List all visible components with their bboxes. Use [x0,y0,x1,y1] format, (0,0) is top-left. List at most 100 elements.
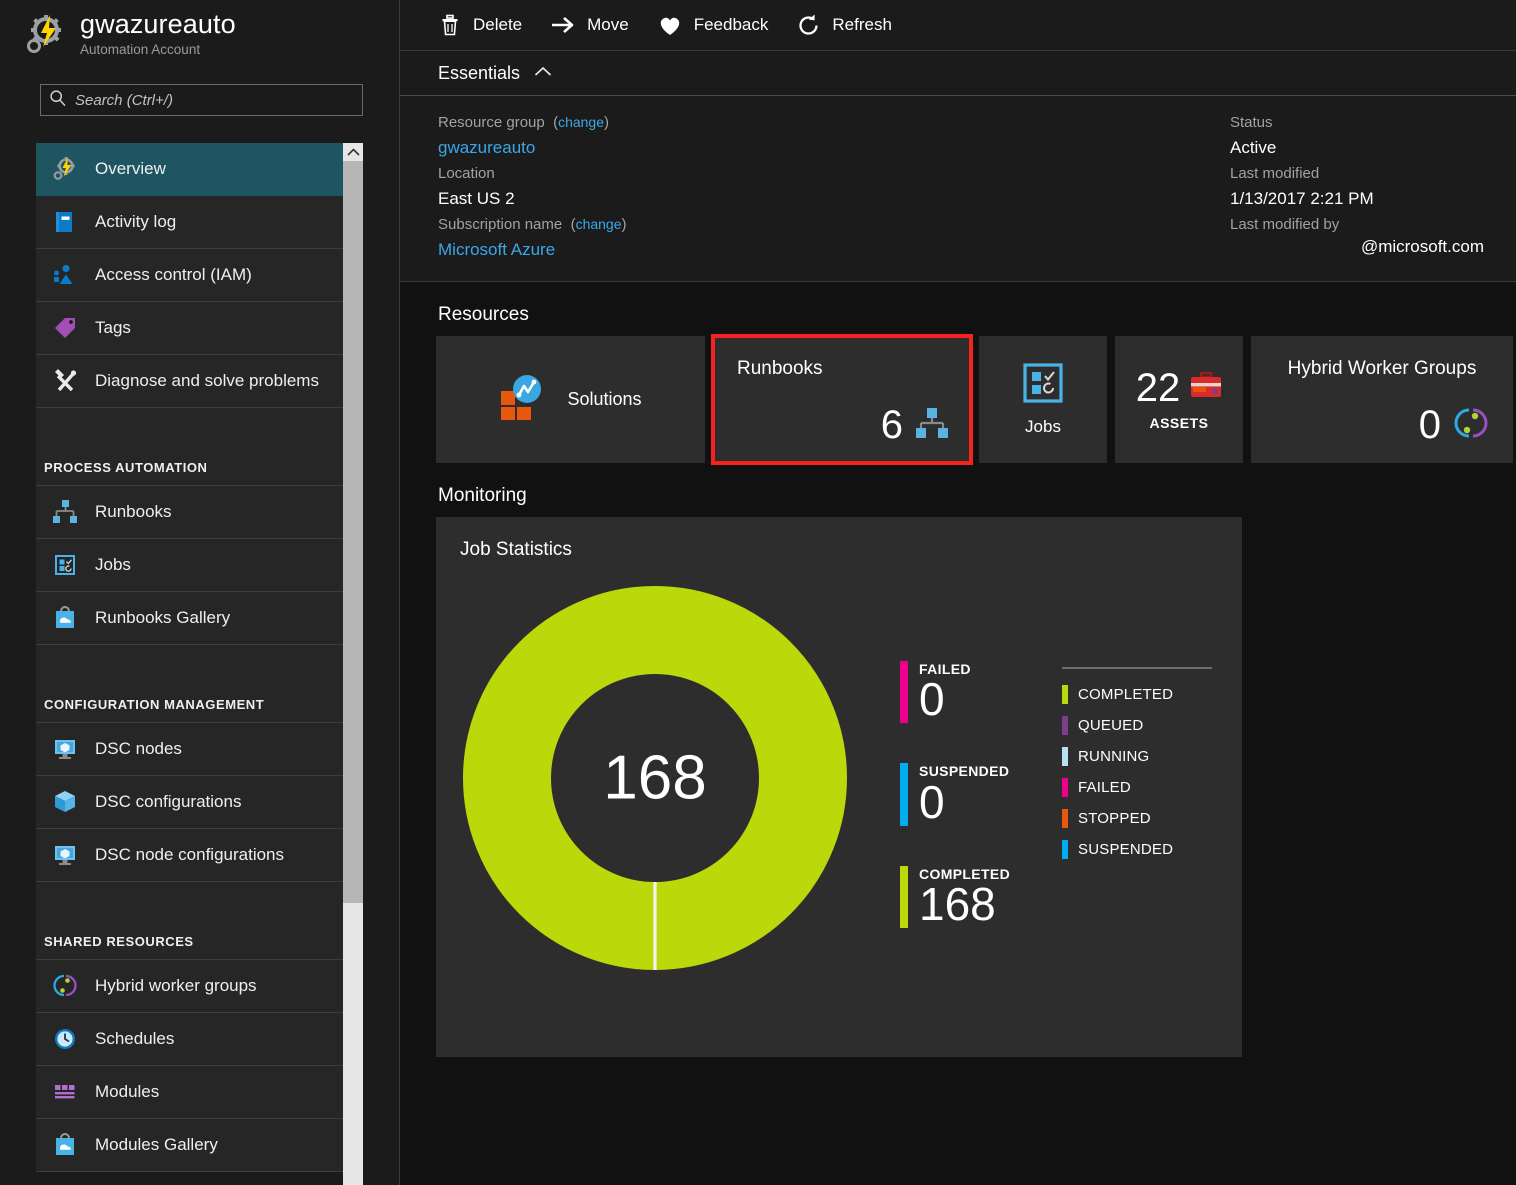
subscription-label: Subscription name [438,216,562,233]
move-button[interactable]: Move [536,5,643,45]
resource-menu-panel: gwazureauto Automation Account [0,0,399,1185]
legend-swatch [1062,840,1068,859]
hybrid-worker-icon [52,973,78,999]
sidebar-item-label: Overview [95,159,166,179]
hwg-count: 0 [1419,405,1441,445]
tile-assets[interactable]: 22 ASSETS [1115,336,1243,463]
legend-item-stopped[interactable]: STOPPED [1062,803,1222,834]
stat-color-bar [900,661,908,723]
move-button-label: Move [587,15,629,35]
sidebar-section-process-automation: PROCESS AUTOMATION [36,426,347,486]
nav-gap [36,408,347,426]
trash-icon [438,13,462,37]
feedback-button-label: Feedback [694,15,769,35]
resource-group-change-link[interactable]: change [558,114,604,130]
essentials-left-column: Resource group (change) gwazureauto Loca… [400,110,1230,263]
stat-color-bar [900,763,908,825]
clock-icon [52,1026,78,1052]
sidebar-item-schedules[interactable]: Schedules [36,1013,347,1066]
stat-color-bar [900,866,908,928]
assets-caption: ASSETS [1149,415,1208,431]
resource-header: gwazureauto Automation Account [0,0,399,70]
gallery-bag-icon [52,605,78,631]
subscription-value[interactable]: Microsoft Azure [438,237,1230,263]
stat-value: 0 [919,675,971,723]
wrench-screwdriver-icon [52,368,78,394]
tile-hybrid-worker-groups[interactable]: Hybrid Worker Groups 0 [1251,336,1513,463]
legend-item-completed[interactable]: COMPLETED [1062,679,1222,710]
scroll-up-arrow-icon[interactable] [343,143,363,161]
sidebar-item-dsc-node-configurations[interactable]: DSC node configurations [36,829,347,882]
delete-button[interactable]: Delete [424,5,536,45]
sidebar-item-overview[interactable]: Overview [36,143,347,196]
resource-group-value[interactable]: gwazureauto [438,135,1230,161]
sidebar-item-hybrid-worker-groups[interactable]: Hybrid worker groups [36,960,347,1013]
sidebar-item-modules[interactable]: Modules [36,1066,347,1119]
briefcase-icon [1190,372,1222,405]
scrollbar-thumb[interactable] [343,161,363,903]
legend-label: FAILED [1078,779,1131,796]
sidebar-item-label: DSC node configurations [95,845,284,865]
sidebar-item-label: Tags [95,318,131,338]
search-icon [49,89,73,112]
sidebar-item-label: Jobs [95,555,131,575]
refresh-button[interactable]: Refresh [782,5,906,45]
feedback-button[interactable]: Feedback [643,5,783,45]
sidebar-item-diagnose-and-solve-problems[interactable]: Diagnose and solve problems [36,355,347,408]
runbooks-icon [915,407,949,444]
donut-chart[interactable]: 168 [450,573,860,988]
sidebar-item-modules-gallery[interactable]: Modules Gallery [36,1119,347,1172]
legend-swatch [1062,809,1068,828]
monitoring-heading: Monitoring [400,463,1516,517]
chevron-up-icon[interactable] [534,64,552,82]
sidebar-item-label: Activity log [95,212,176,232]
sidebar-item-activity-log[interactable]: Activity log [36,196,347,249]
job-statistics-card[interactable]: Job Statistics 168 FAILED 0 SUSPENDED 0 … [436,517,1242,1057]
legend-label: RUNNING [1078,748,1149,765]
search-input[interactable] [73,91,354,110]
sidebar-item-label: Access control (IAM) [95,265,252,285]
sidebar-item-label: Diagnose and solve problems [95,371,319,391]
search-box[interactable] [40,84,363,116]
resource-type-label: Automation Account [80,40,236,60]
sidebar-section-label: SHARED RESOURCES [44,934,194,949]
legend-item-running[interactable]: RUNNING [1062,741,1222,772]
legend-item-queued[interactable]: QUEUED [1062,710,1222,741]
sidebar-item-label: Runbooks [95,502,172,522]
runbooks-count: 6 [881,405,903,445]
sidebar-scrollbar[interactable] [343,143,363,1185]
location-label: Location [438,161,1230,186]
sidebar-item-access-control-iam[interactable]: Access control (IAM) [36,249,347,302]
hwg-tile-title: Hybrid Worker Groups [1251,358,1513,380]
essentials-right-column: Status Active Last modified 1/13/2017 2:… [1230,110,1516,263]
heart-icon [657,14,683,37]
solutions-icon [499,373,547,426]
sidebar-item-runbooks[interactable]: Runbooks [36,486,347,539]
arrow-right-icon [550,14,576,36]
sidebar-item-dsc-nodes[interactable]: DSC nodes [36,723,347,776]
solutions-label: Solutions [567,389,641,410]
sidebar-item-tags[interactable]: Tags [36,302,347,355]
runbooks-icon [52,499,78,525]
job-statistics-title: Job Statistics [436,517,1242,561]
last-modified-by-value: @microsoft.com [1230,237,1500,257]
azure-portal-blade: gwazureauto Automation Account [0,0,1516,1185]
tile-runbooks[interactable]: Runbooks 6 [713,336,971,463]
jobs-icon [1023,363,1063,408]
stat-callouts: FAILED 0 SUSPENDED 0 COMPLETED 168 [900,661,1010,968]
tile-solutions[interactable]: Solutions [436,336,705,463]
jobs-icon [52,552,78,578]
subscription-change-link[interactable]: change [576,216,622,232]
essentials-toggle[interactable]: Essentials [400,51,1516,95]
sidebar-item-runbooks-gallery[interactable]: Runbooks Gallery [36,592,347,645]
dsc-node-monitor-icon [52,736,78,762]
resource-group-label: Resource group [438,114,545,131]
status-label: Status [1230,110,1500,135]
legend-item-failed[interactable]: FAILED [1062,772,1222,803]
tile-jobs[interactable]: Jobs [979,336,1107,463]
legend-item-suspended[interactable]: SUSPENDED [1062,834,1222,865]
delete-button-label: Delete [473,15,522,35]
gallery-bag-icon [52,1132,78,1158]
sidebar-item-dsc-configurations[interactable]: DSC configurations [36,776,347,829]
sidebar-item-jobs[interactable]: Jobs [36,539,347,592]
